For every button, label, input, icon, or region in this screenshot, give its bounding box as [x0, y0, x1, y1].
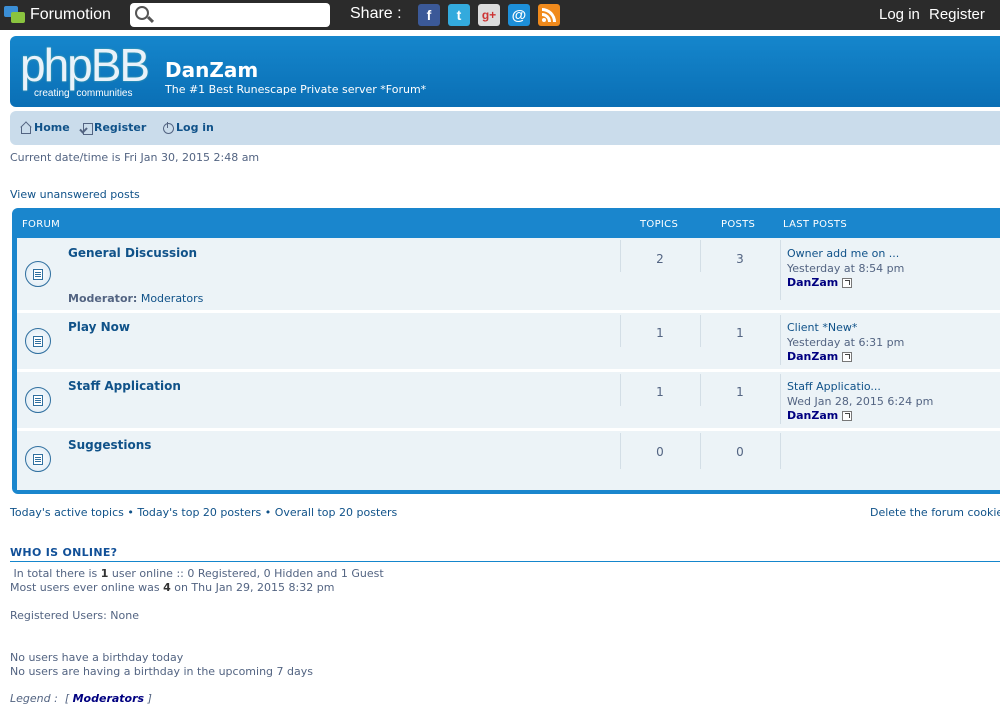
legend: Legend : [ Moderators ]	[10, 692, 152, 705]
last-post-date: Yesterday at 6:31 pm	[787, 336, 905, 349]
delete-cookies-link[interactable]: Delete the forum cookies	[870, 506, 1000, 519]
goto-post-icon[interactable]	[842, 410, 853, 421]
last-post-title[interactable]: Owner add me on ...	[787, 247, 899, 260]
top-toolbar: Forumotion Share : f t g+ @ Log in Regis…	[0, 0, 1000, 30]
site-title[interactable]: DanZam	[165, 58, 258, 82]
forumotion-brand: Forumotion	[30, 6, 111, 23]
forum-title[interactable]: General Discussion	[68, 246, 197, 260]
last-post-date: Wed Jan 28, 2015 6:24 pm	[787, 395, 934, 408]
posts-count: 3	[736, 252, 744, 266]
online-record: Most users ever online was 4 on Thu Jan …	[10, 581, 335, 594]
top-login-link[interactable]: Log in	[879, 6, 920, 23]
last-post-title[interactable]: Staff Applicatio...	[787, 380, 881, 393]
footer-links: Today's active topics • Today's top 20 p…	[10, 506, 398, 519]
forum-row: General Discussion Moderator: Moderators…	[17, 238, 1000, 310]
posts-count: 0	[736, 445, 744, 459]
phpbb-logo[interactable]: phpBB creating communities	[20, 42, 160, 99]
last-post-date: Yesterday at 8:54 pm	[787, 262, 905, 275]
active-topics-link[interactable]: Today's active topics	[10, 506, 124, 519]
top-register-link[interactable]: Register	[929, 6, 985, 23]
email-icon[interactable]: @	[508, 4, 530, 26]
topics-count: 0	[656, 445, 664, 459]
posts-count: 1	[736, 326, 744, 340]
site-description: The #1 Best Runescape Private server *Fo…	[165, 83, 427, 96]
register-icon	[80, 122, 93, 135]
facebook-icon[interactable]: f	[418, 4, 440, 26]
forum-row: Suggestions 0 0	[17, 431, 1000, 490]
forum-table: FORUM TOPICS POSTS LAST POSTS General Di…	[12, 208, 1000, 494]
topics-count: 2	[656, 252, 664, 266]
forum-read-icon	[25, 261, 51, 287]
registered-users: Registered Users: None	[10, 609, 139, 622]
forum-row: Staff Application 1 1 Staff Applicatio..…	[17, 372, 1000, 428]
online-total: In total there is 1 user online :: 0 Reg…	[10, 567, 384, 580]
chat-bubbles-icon	[4, 5, 26, 25]
search-input[interactable]	[158, 5, 326, 25]
header-topics: TOPICS	[640, 219, 679, 230]
power-icon	[162, 121, 174, 134]
unanswered-posts-link[interactable]: View unanswered posts	[10, 188, 140, 201]
current-datetime: Current date/time is Fri Jan 30, 2015 2:…	[10, 151, 260, 164]
google-plus-icon[interactable]: g+	[478, 4, 500, 26]
birthday-today: No users have a birthday today	[10, 651, 184, 664]
nav-home[interactable]: Home	[20, 121, 70, 134]
forumotion-logo[interactable]: Forumotion	[4, 5, 111, 25]
nav-login[interactable]: Log in	[162, 121, 214, 134]
header-forum: FORUM	[22, 219, 61, 230]
forum-moderator: Moderator: Moderators	[68, 292, 204, 305]
forum-title[interactable]: Suggestions	[68, 438, 151, 452]
divider	[10, 561, 1000, 562]
share-label: Share :	[350, 5, 402, 22]
last-post-title[interactable]: Client *New*	[787, 321, 857, 334]
nav-register[interactable]: Register	[80, 121, 146, 135]
who-is-online-title[interactable]: WHO IS ONLINE?	[10, 546, 117, 559]
goto-post-icon[interactable]	[842, 277, 853, 288]
birthday-week: No users are having a birthday in the up…	[10, 665, 313, 678]
last-post-user[interactable]: DanZam	[787, 409, 853, 422]
header-posts: POSTS	[721, 219, 756, 230]
posts-count: 1	[736, 385, 744, 399]
forum-row: Play Now 1 1 Client *New* Yesterday at 6…	[17, 313, 1000, 369]
forum-read-icon	[25, 328, 51, 354]
header-last-posts: LAST POSTS	[783, 219, 847, 230]
forum-title[interactable]: Play Now	[68, 320, 130, 334]
twitter-icon[interactable]: t	[448, 4, 470, 26]
forum-read-icon	[25, 387, 51, 413]
site-header: phpBB creating communities DanZam The #1…	[10, 36, 1000, 107]
nav-bar: Home Register Log in	[10, 111, 1000, 145]
forum-title[interactable]: Staff Application	[68, 379, 181, 393]
goto-post-icon[interactable]	[842, 351, 853, 362]
home-icon	[20, 122, 32, 134]
search-box	[130, 3, 330, 27]
topics-count: 1	[656, 385, 664, 399]
last-post-user[interactable]: DanZam	[787, 350, 853, 363]
forum-table-header: FORUM TOPICS POSTS LAST POSTS	[12, 208, 1000, 238]
forum-subforum-icon	[25, 446, 51, 472]
last-post-user[interactable]: DanZam	[787, 276, 853, 289]
rss-icon[interactable]	[538, 4, 560, 26]
top20-overall-link[interactable]: Overall top 20 posters	[275, 506, 398, 519]
legend-moderators[interactable]: Moderators	[73, 692, 144, 705]
top20-today-link[interactable]: Today's top 20 posters	[137, 506, 261, 519]
topics-count: 1	[656, 326, 664, 340]
